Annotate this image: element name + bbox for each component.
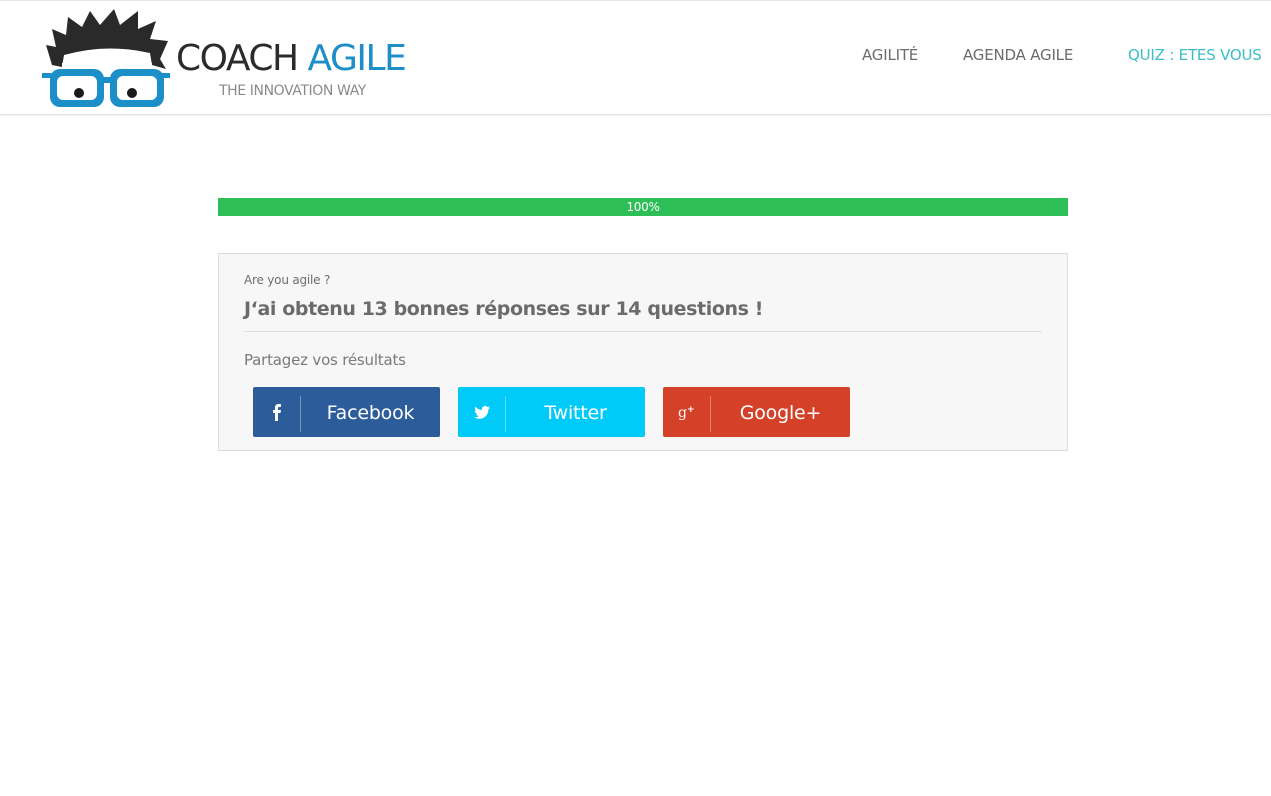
share-facebook-button[interactable]: Facebook: [253, 387, 440, 437]
share-google-plus-label: Google+: [739, 402, 822, 424]
svg-text:g: g: [678, 405, 687, 420]
share-facebook-label: Facebook: [326, 402, 415, 424]
result-score-text: J‘ai obtenu 13 bonnes réponses sur 14 qu…: [244, 298, 764, 320]
share-label: Partagez vos résultats: [244, 351, 406, 369]
nav-item-agilite[interactable]: AGILITÉ: [862, 46, 918, 64]
quiz-name: Are you agile ?: [244, 273, 331, 287]
divider: [244, 331, 1042, 332]
facebook-icon: [253, 387, 300, 437]
logo-tagline: THE INNOVATION WAY: [219, 83, 366, 99]
share-google-plus-button[interactable]: g + Google+: [663, 387, 850, 437]
main-nav: AGILITÉ AGENDA AGILE QUIZ : ETES VOUS: [0, 46, 1271, 66]
twitter-icon: [458, 387, 505, 437]
nav-item-agenda-agile[interactable]: AGENDA AGILE: [963, 46, 1073, 64]
quiz-progress-bar: 100%: [218, 198, 1068, 216]
google-plus-icon: g +: [663, 387, 710, 437]
svg-text:+: +: [687, 405, 695, 415]
nav-item-quiz[interactable]: QUIZ : ETES VOUS: [1128, 46, 1262, 64]
site-header: COACH AGILE THE INNOVATION WAY AGILITÉ A…: [0, 0, 1271, 115]
quiz-result-panel: Are you agile ? J‘ai obtenu 13 bonnes ré…: [218, 253, 1068, 451]
progress-label: 100%: [626, 200, 660, 214]
share-twitter-label: Twitter: [544, 402, 607, 424]
share-twitter-button[interactable]: Twitter: [458, 387, 645, 437]
